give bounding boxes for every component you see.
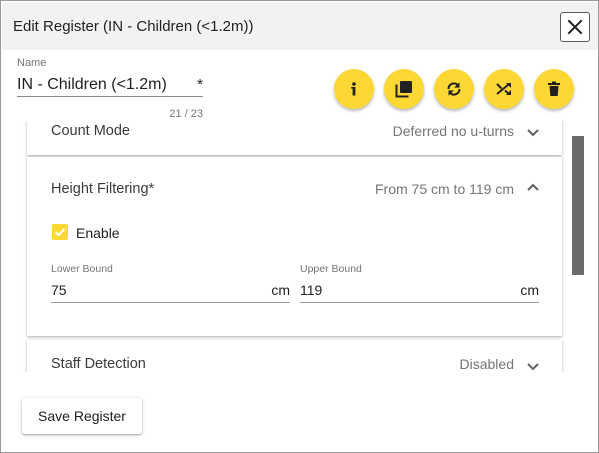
chevron-up-icon[interactable] bbox=[526, 182, 540, 192]
lower-bound-input[interactable]: 75 cm bbox=[51, 275, 290, 303]
dialog-title-bar: Edit Register (IN - Children (<1.2m)) bbox=[2, 2, 598, 50]
shuffle-icon bbox=[496, 83, 511, 95]
delete-button[interactable] bbox=[534, 69, 574, 109]
name-field-label: Name bbox=[17, 57, 47, 69]
name-input[interactable]: IN - Children (<1.2m) * bbox=[17, 69, 203, 97]
duplicate-button[interactable] bbox=[384, 69, 424, 109]
info-icon bbox=[351, 82, 356, 96]
register-settings-list[interactable]: Count Mode Deferred no u-turns Height Fi… bbox=[2, 121, 598, 372]
copy-icon bbox=[395, 81, 412, 98]
enable-label: Enable bbox=[76, 225, 120, 241]
shuffle-button[interactable] bbox=[484, 69, 524, 109]
save-register-button[interactable]: Save Register bbox=[22, 398, 142, 434]
info-button[interactable] bbox=[334, 69, 374, 109]
character-counter: 21 / 23 bbox=[169, 108, 203, 120]
name-field[interactable]: Name IN - Children (<1.2m) * 21 / 23 bbox=[17, 57, 203, 120]
name-input-value: IN - Children (<1.2m) bbox=[17, 76, 167, 93]
chevron-down-icon bbox=[527, 129, 539, 137]
refresh-button[interactable] bbox=[434, 69, 474, 109]
close-button[interactable] bbox=[560, 12, 590, 42]
sync-icon bbox=[447, 82, 461, 96]
height-filtering-summary: From 75 cm to 119 cm bbox=[374, 181, 514, 197]
chevron-down-icon bbox=[527, 363, 539, 371]
upper-bound-unit: cm bbox=[520, 282, 539, 298]
staff-detection-panel[interactable]: Staff Detection Disabled bbox=[27, 340, 562, 372]
lower-bound-value: 75 bbox=[51, 282, 67, 298]
upper-bound-label: Upper Bound bbox=[300, 263, 362, 275]
dialog-title: Edit Register (IN - Children (<1.2m)) bbox=[13, 18, 254, 35]
height-filtering-title: Height Filtering* bbox=[51, 181, 155, 197]
scrollbar-thumb[interactable] bbox=[572, 136, 584, 275]
check-icon bbox=[54, 228, 66, 237]
lower-bound-unit: cm bbox=[271, 282, 290, 298]
staff-detection-title: Staff Detection bbox=[51, 356, 146, 372]
trash-icon bbox=[548, 81, 560, 96]
enable-checkbox[interactable] bbox=[52, 224, 68, 240]
upper-bound-field[interactable]: Upper Bound 119 cm bbox=[300, 263, 539, 303]
close-icon bbox=[567, 19, 583, 35]
lower-bound-field[interactable]: Lower Bound 75 cm bbox=[51, 263, 290, 303]
edit-register-dialog: Edit Register (IN - Children (<1.2m)) Na… bbox=[0, 0, 599, 453]
height-filtering-panel[interactable]: Height Filtering* From 75 cm to 119 cm E… bbox=[27, 157, 562, 336]
upper-bound-value: 119 bbox=[300, 282, 323, 298]
staff-detection-summary: Disabled bbox=[459, 356, 514, 372]
lower-bound-label: Lower Bound bbox=[51, 263, 113, 275]
upper-bound-input[interactable]: 119 cm bbox=[300, 275, 539, 303]
required-marker: * bbox=[197, 76, 203, 93]
count-mode-panel[interactable]: Count Mode Deferred no u-turns bbox=[27, 121, 562, 155]
count-mode-summary: Deferred no u-turns bbox=[392, 123, 514, 139]
count-mode-title: Count Mode bbox=[51, 123, 130, 139]
